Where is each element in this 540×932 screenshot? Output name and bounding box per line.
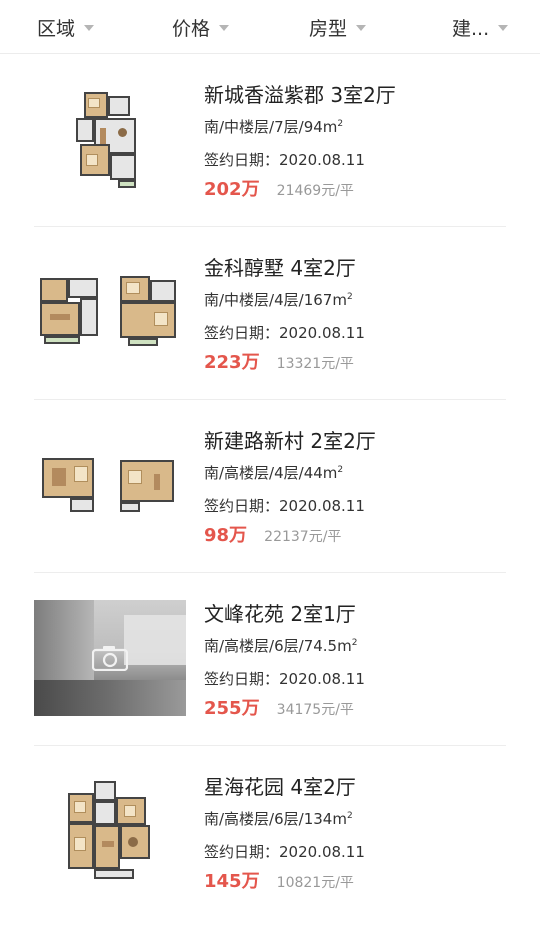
filter-layout-label: 房型 (309, 17, 348, 40)
listing-price: 255万 (204, 698, 260, 719)
listing-price: 98万 (204, 525, 248, 546)
listing-title: 新建路新村 2室2厅 (204, 429, 376, 453)
chevron-down-icon (84, 25, 95, 31)
listing-meta: 南/高楼层/4层/44m2 (204, 464, 344, 482)
listing-sign-date: 签约日期：2020.08.11 (204, 843, 365, 861)
listing-price: 145万 (204, 871, 260, 892)
filter-building[interactable]: 建... (452, 0, 509, 54)
filter-price[interactable]: 价格 (172, 0, 230, 54)
listing-price: 223万 (204, 352, 260, 373)
floor-plan-image (34, 254, 186, 370)
listing-meta: 南/中楼层/4层/167m2 (204, 291, 353, 309)
listing-unit-price: 10821元/平 (276, 875, 354, 891)
listing-item[interactable]: 文峰花苑 2室1厅 南/高楼层/6层/74.5m2 签约日期：2020.08.1… (34, 573, 506, 746)
listing-item[interactable]: 金科醇墅 4室2厅 南/中楼层/4层/167m2 签约日期：2020.08.11… (34, 227, 506, 400)
filter-region-label: 区域 (37, 17, 76, 40)
chevron-down-icon (498, 25, 509, 31)
filter-bar: 区域 价格 房型 建... (0, 0, 540, 54)
listing-sign-date: 签约日期：2020.08.11 (204, 151, 365, 169)
chevron-down-icon (356, 25, 367, 31)
listing-unit-price: 13321元/平 (276, 356, 354, 372)
listing-item[interactable]: 星海花园 4室2厅 南/高楼层/6层/134m2 签约日期：2020.08.11… (34, 746, 506, 919)
listing-sign-date: 签约日期：2020.08.11 (204, 324, 365, 342)
chevron-down-icon (219, 25, 230, 31)
floor-plan-image (34, 427, 186, 543)
listing-meta: 南/高楼层/6层/74.5m2 (204, 637, 358, 655)
listing-unit-price: 22137元/平 (264, 529, 342, 545)
filter-region[interactable]: 区域 (37, 0, 95, 54)
listing-unit-price: 34175元/平 (276, 702, 354, 718)
listing-price: 202万 (204, 179, 260, 200)
listing-item[interactable]: 新建路新村 2室2厅 南/高楼层/4层/44m2 签约日期：2020.08.11… (34, 400, 506, 573)
listing-title: 星海花园 4室2厅 (204, 775, 356, 799)
listing-sign-date: 签约日期：2020.08.11 (204, 497, 365, 515)
listing-meta: 南/中楼层/7层/94m2 (204, 118, 344, 136)
listing-list: 新城香溢紫郡 3室2厅 南/中楼层/7层/94m2 签约日期：2020.08.1… (0, 54, 540, 919)
listing-item[interactable]: 新城香溢紫郡 3室2厅 南/中楼层/7层/94m2 签约日期：2020.08.1… (34, 54, 506, 227)
listing-photo (34, 600, 186, 716)
listing-sign-date: 签约日期：2020.08.11 (204, 670, 365, 688)
listing-unit-price: 21469元/平 (276, 183, 354, 199)
filter-layout[interactable]: 房型 (309, 0, 367, 54)
listing-title: 新城香溢紫郡 3室2厅 (204, 83, 396, 107)
filter-building-label: 建... (452, 17, 490, 40)
listing-title: 金科醇墅 4室2厅 (204, 256, 356, 280)
floor-plan-image (34, 81, 186, 197)
listing-title: 文峰花苑 2室1厅 (204, 602, 356, 626)
floor-plan-image (34, 773, 186, 889)
camera-icon (92, 646, 128, 671)
filter-price-label: 价格 (172, 17, 211, 40)
listing-meta: 南/高楼层/6层/134m2 (204, 810, 353, 828)
